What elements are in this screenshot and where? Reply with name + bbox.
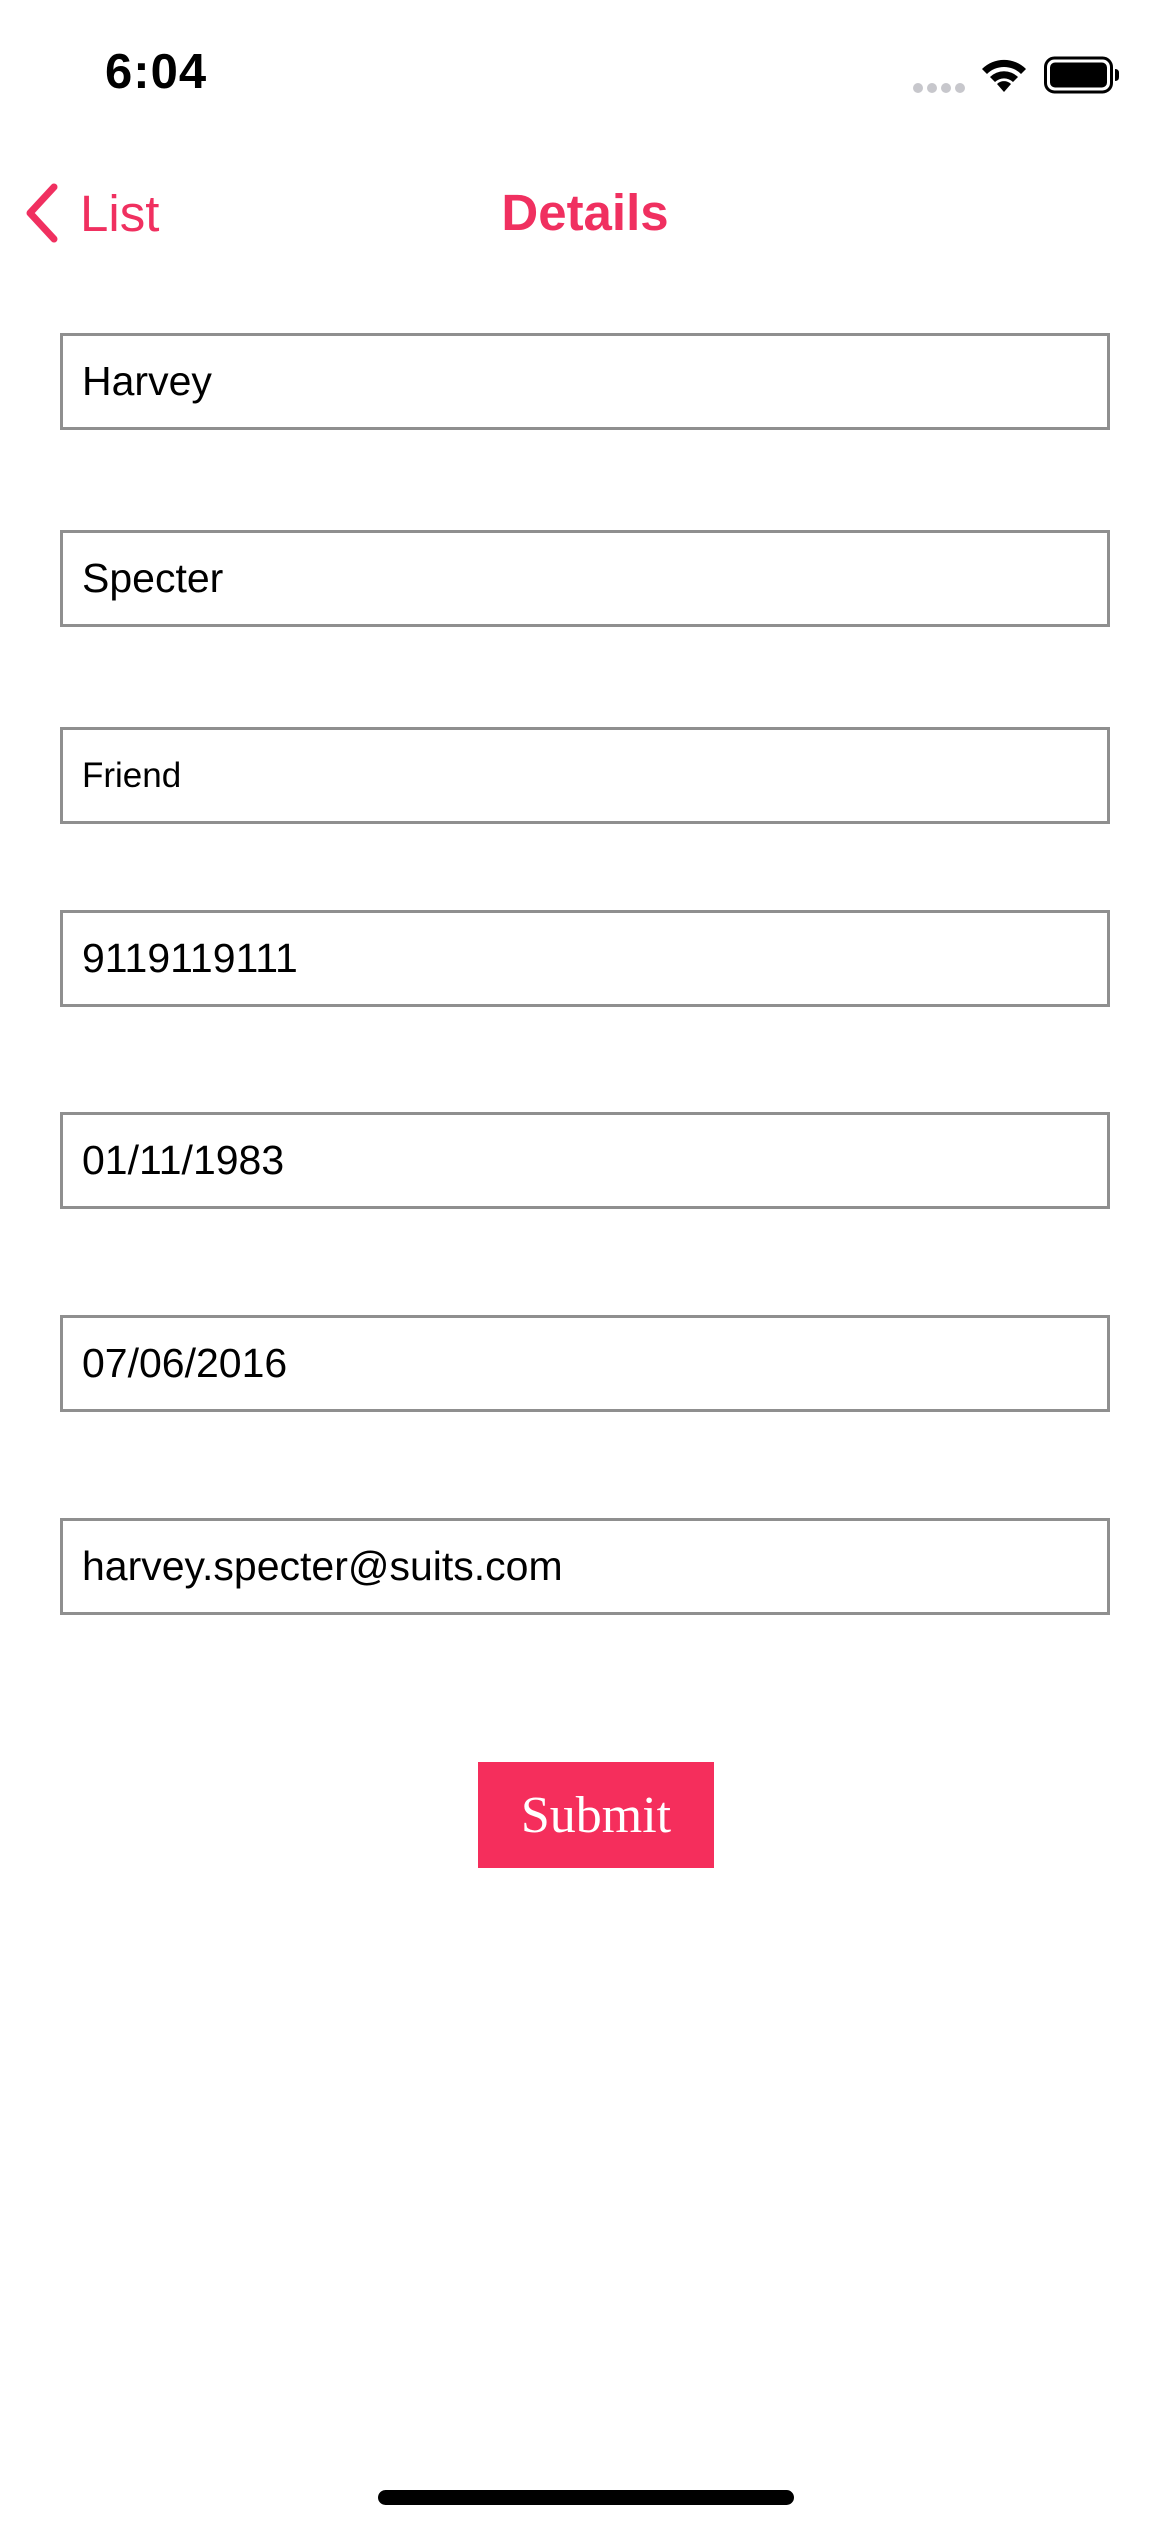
last-name-field[interactable] [60,530,1110,627]
second-date-field[interactable] [60,1315,1110,1412]
battery-icon [1044,56,1119,94]
email-field[interactable] [60,1518,1110,1615]
home-indicator[interactable] [378,2490,794,2505]
date-of-birth-field[interactable] [60,1112,1110,1209]
phone-field[interactable] [60,910,1110,1007]
page-title: Details [501,184,669,241]
first-name-field[interactable] [60,333,1110,430]
status-bar: 6:04 [0,0,1170,150]
submit-button[interactable]: Submit [478,1762,714,1868]
chevron-left-icon [26,183,58,243]
back-button[interactable]: List [22,178,159,248]
back-button-label: List [80,184,160,242]
cellular-signal-icon [913,83,965,93]
navigation-bar: Details List [0,150,1170,270]
wifi-icon [982,59,1026,92]
status-time: 6:04 [105,45,208,99]
relationship-field[interactable] [60,727,1110,824]
